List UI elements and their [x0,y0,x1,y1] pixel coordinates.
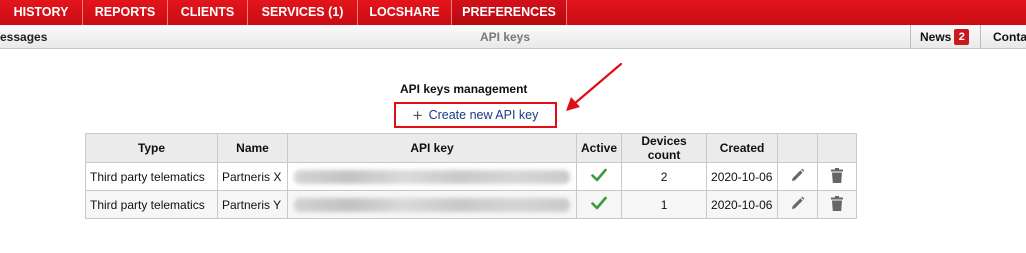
plus-icon: + [412,105,423,125]
col-edit [777,133,819,163]
edit-cell [777,190,819,219]
cell-name: Partneris X [217,162,288,191]
edit-pencil-icon[interactable] [790,196,805,211]
nav-locshare[interactable]: LOCSHARE [358,0,452,25]
nav-clients[interactable]: CLIENTS [168,0,248,25]
cell-active [575,162,623,191]
section-heading: API keys management [400,82,528,96]
col-type: Type [85,133,218,163]
checkmark-icon [591,196,607,210]
nav-preferences[interactable]: PREFERENCES [452,0,567,25]
col-name: Name [217,133,288,163]
nav-services[interactable]: SERVICES (1) [248,0,358,25]
col-created: Created [706,133,779,163]
news-link[interactable]: News 2 [910,25,978,49]
cell-type: Third party telematics [85,162,218,191]
col-active: Active [575,133,623,163]
create-api-key-label: Create new API key [428,108,539,122]
nav-history[interactable]: HISTORY [0,0,83,25]
edit-pencil-icon[interactable] [790,168,805,183]
table-row: Third party telematics Partneris Y 1 202… [85,190,858,219]
delete-trash-icon[interactable] [831,167,844,183]
cell-api-key [287,162,577,191]
cell-api-key [287,190,577,219]
page-title: API keys [480,30,531,44]
col-devices-count: Devices count [621,133,708,163]
cell-devices-count: 2 [621,162,708,191]
col-api-key: API key [287,133,577,163]
edit-cell [777,162,819,191]
cell-active [575,190,623,219]
table-header-row: Type Name API key Active Devices count C… [85,133,858,163]
checkmark-icon [591,168,607,182]
cell-devices-count: 1 [621,190,708,219]
create-api-key-button[interactable]: + Create new API key [394,102,557,128]
delete-trash-icon[interactable] [831,195,844,211]
news-count-badge: 2 [954,29,970,45]
contact-link[interactable]: Conta [980,25,1026,49]
annotation-arrow-icon [566,62,623,111]
secondary-bar: essages API keys News 2 Conta [0,25,1026,49]
delete-cell [817,190,858,219]
nav-reports[interactable]: REPORTS [83,0,168,25]
news-label: News [920,30,952,44]
delete-cell [817,162,858,191]
blurred-api-key [294,169,570,184]
table-row: Third party telematics Partneris X 2 202… [85,162,858,191]
cell-created: 2020-10-06 [706,190,779,219]
top-navigation: HISTORY REPORTS CLIENTS SERVICES (1) LOC… [0,0,1026,25]
api-keys-table: Type Name API key Active Devices count C… [85,133,858,219]
blurred-api-key [294,197,570,212]
cell-name: Partneris Y [217,190,288,219]
cell-created: 2020-10-06 [706,162,779,191]
cell-type: Third party telematics [85,190,218,219]
col-delete [817,133,858,163]
messages-link[interactable]: essages [0,25,47,49]
